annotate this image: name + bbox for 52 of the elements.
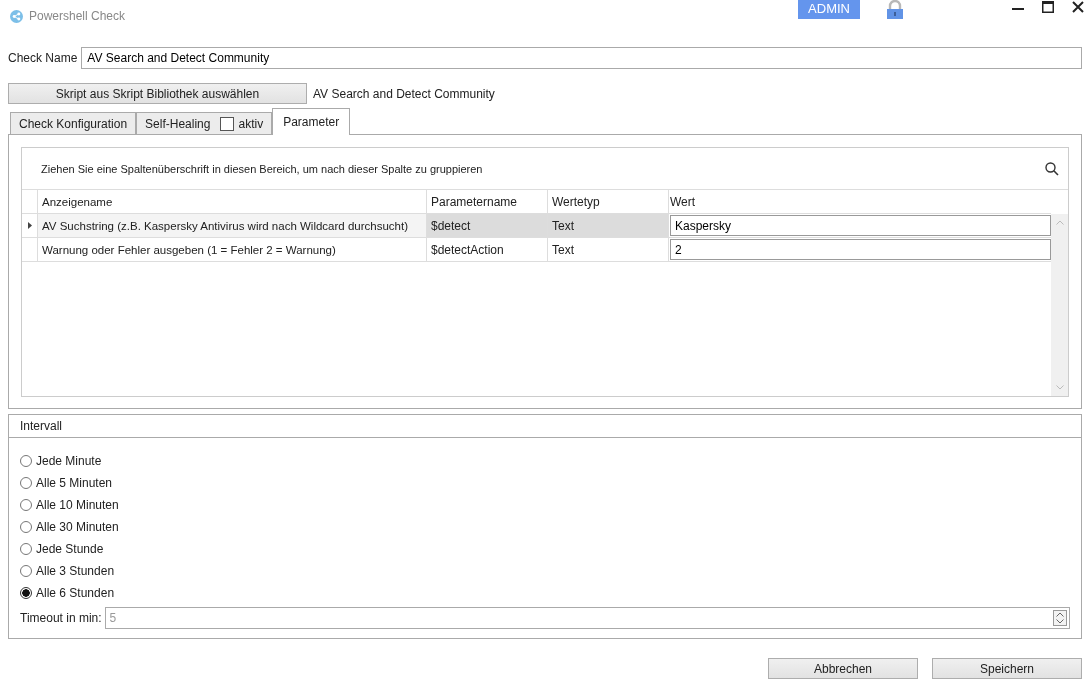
padlock-icon[interactable] [887,0,903,19]
window-title: Powershell Check [29,9,126,23]
tab[interactable]: Check Konfiguration [10,112,137,134]
table-cell: Text [548,238,669,261]
radio-label[interactable]: Jede Stunde [36,542,104,556]
table-cell: Warnung oder Fehler ausgeben (1 = Fehler 2 = Warnung) [38,238,427,261]
radio-button[interactable] [20,499,32,511]
share-icon [10,9,23,23]
dialog-button[interactable]: Speichern [932,658,1082,679]
timeout-label: Timeout in min: [20,611,102,625]
radio-label[interactable]: Alle 6 Stunden [36,586,115,600]
value-field[interactable]: 2 [670,239,1051,260]
dialog-button[interactable]: Abbrechen [768,658,918,679]
tab-label[interactable]: Self-Healing [145,116,211,131]
column-header[interactable]: Anzeigename [38,190,427,213]
tab[interactable]: Parameter [272,108,351,135]
checkbox[interactable] [220,116,235,131]
tab[interactable]: Self-Healing aktiv [136,112,273,134]
search-icon[interactable] [1045,161,1059,176]
maximize-icon[interactable] [1042,1,1054,13]
radio-button[interactable] [20,543,32,555]
column-header[interactable]: Wertetyp [548,190,669,213]
column-header[interactable]: Wert [669,190,1051,213]
script-name: AV Search and Detect Community [313,86,495,101]
radio-button[interactable] [20,587,32,599]
row-indicator-icon [27,222,32,229]
radio-button[interactable] [20,521,32,533]
radio-label[interactable]: Alle 3 Stunden [36,564,115,578]
select-script-button[interactable]: Skript aus Skript Bibliothek auswählen [8,83,307,104]
radio-button[interactable] [20,565,32,577]
spinner-arrows-icon[interactable] [1053,610,1067,626]
checkbox-label[interactable]: aktiv [238,116,264,131]
table-cell: Text [548,214,669,237]
check-name-field[interactable]: AV Search and Detect Community [81,47,1082,69]
column-header[interactable]: Parametername [427,190,548,213]
radio-label[interactable]: Alle 10 Minuten [36,498,119,512]
table-cell: $detect [427,214,548,237]
table-cell: $detectAction [427,238,548,261]
group-title: Intervall [20,419,63,433]
table-cell: AV Suchstring (z.B. Kaspersky Antivirus wird nach Wildcard durchsucht) [38,214,427,237]
radio-button[interactable] [20,477,32,489]
radio-button[interactable] [20,455,32,467]
tab-label[interactable]: Check Konfiguration [19,116,128,131]
radio-label[interactable]: Alle 5 Minuten [36,476,113,490]
radio-label[interactable]: Alle 30 Minuten [36,520,119,534]
user-role-badge: ADMIN [798,0,860,19]
tab-label[interactable]: Parameter [283,115,340,129]
value-field[interactable]: Kaspersky [670,215,1051,236]
group-hint: Ziehen Sie eine Spaltenüberschrift in diesen Bereich, um nach dieser Spalte zu gruppieren [41,162,483,175]
radio-label[interactable]: Jede Minute [36,454,102,468]
check-name-label: Check Name [8,51,78,65]
close-icon[interactable] [1072,1,1084,13]
